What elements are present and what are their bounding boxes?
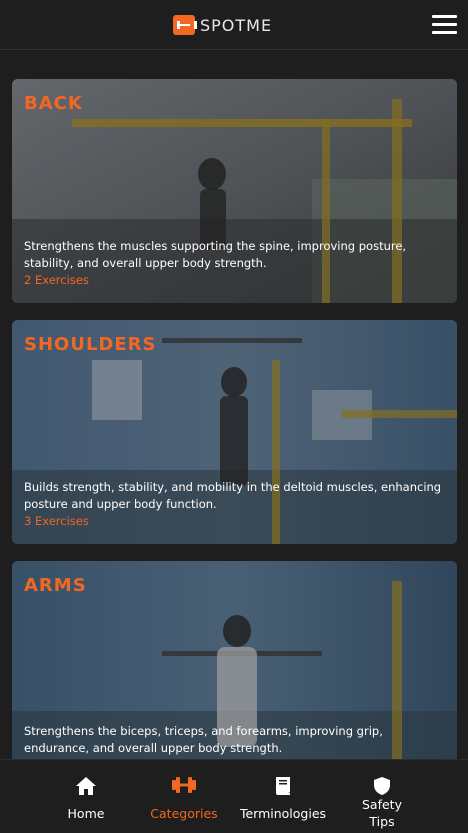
app-logo[interactable]: SPOTME	[173, 14, 272, 36]
bottom-navigation: Home Categories Terminologies Safety Tip…	[0, 759, 468, 833]
app-header: SPOTME	[0, 0, 468, 50]
home-icon	[76, 777, 96, 795]
exercise-count: 3 Exercises	[24, 514, 89, 528]
hamburger-menu-icon[interactable]	[432, 15, 457, 34]
category-title: BACK	[24, 93, 83, 114]
category-card-arms[interactable]: ARMS Strengthens the biceps, triceps, an…	[12, 561, 457, 785]
app-name: SPOTME	[200, 15, 273, 35]
category-card-shoulders[interactable]: SHOULDERS Builds strength, stability, an…	[12, 320, 457, 544]
dumbbell-logo-icon	[173, 15, 197, 35]
category-description: Builds strength, stability, and mobility…	[24, 479, 444, 530]
nav-terminologies[interactable]: Terminologies	[234, 760, 332, 833]
category-description: Strengthens the muscles supporting the s…	[24, 238, 444, 289]
book-icon	[276, 777, 290, 795]
nav-safety-tips[interactable]: Safety Tips	[333, 760, 431, 833]
nav-home[interactable]: Home	[37, 760, 135, 833]
category-title: ARMS	[24, 575, 87, 596]
category-card-back[interactable]: BACK Strengthens the muscles supporting …	[12, 79, 457, 303]
nav-categories[interactable]: Categories	[135, 760, 233, 833]
exercise-count: 2 Exercises	[24, 273, 89, 287]
shield-icon	[374, 777, 390, 795]
dumbbell-icon	[172, 777, 196, 793]
category-description: Strengthens the biceps, triceps, and for…	[24, 724, 383, 755]
category-title: SHOULDERS	[24, 334, 157, 355]
